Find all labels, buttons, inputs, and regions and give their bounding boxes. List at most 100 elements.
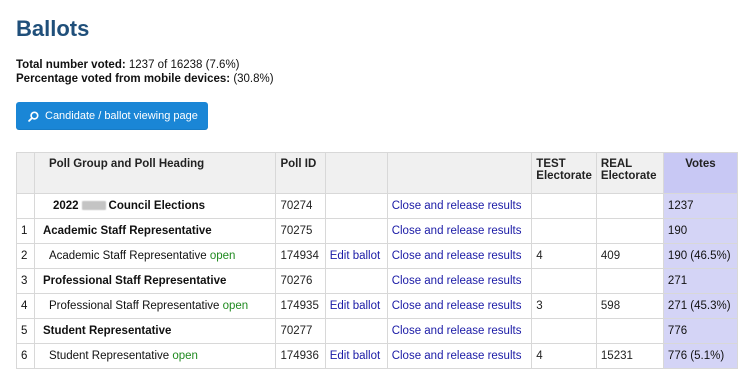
poll-heading-text: Academic Staff Representative (48, 250, 207, 262)
row-real-electorate: 598 (595, 293, 664, 319)
row-poll-label: Academic Staff Representative (33, 218, 277, 244)
table-header-row: Poll Group and Poll Heading Poll ID TEST… (16, 152, 738, 194)
row-index: 3 (16, 268, 35, 294)
table-row: 6 Student Representative open 174936 Edit b… (16, 343, 738, 369)
row-release-cell: Close and release results (386, 293, 533, 319)
poll-heading-text: Academic Staff Representative (42, 225, 212, 237)
row-test-electorate: 4 (531, 243, 597, 269)
group-release-cell: Close and release results (386, 193, 533, 219)
row-poll-id: 174936 (275, 343, 326, 369)
poll-heading-text: Student Representative (42, 325, 172, 337)
row-real-electorate (595, 268, 664, 294)
row-votes: 190 (46.5%) (662, 243, 738, 269)
table-row: 4 Professional Staff Representative open 1… (16, 293, 738, 319)
table-row: 2 Academic Staff Representative open 17493… (16, 243, 738, 269)
poll-heading-text: Professional Staff Representative (48, 300, 220, 312)
group-row: 2022 Council Elections 70274 Close and re… (16, 193, 738, 219)
row-edit-cell (324, 318, 388, 344)
search-icon (28, 110, 39, 122)
row-test-electorate: 4 (531, 343, 597, 369)
row-votes: 776 (662, 318, 738, 344)
button-label: Candidate / ballot viewing page (45, 110, 198, 122)
row-poll-id: 174935 (275, 293, 326, 319)
header-real-line1: REAL (600, 158, 633, 170)
row-votes: 190 (662, 218, 738, 244)
close-release-results-link[interactable]: Close and release results (392, 250, 522, 262)
row-real-electorate: 15231 (595, 343, 664, 369)
row-release-cell: Close and release results (386, 318, 533, 344)
row-edit-cell: Edit ballot (324, 343, 388, 369)
header-poll-id: Poll ID (275, 152, 326, 194)
header-index (16, 152, 35, 194)
row-poll-id: 70276 (275, 268, 326, 294)
row-votes: 776 (5.1%) (662, 343, 738, 369)
group-real (595, 193, 664, 219)
mobile-percentage-value: (30.8%) (233, 73, 274, 85)
close-release-results-link[interactable]: Close and release results (392, 350, 522, 362)
total-voted-value: 1237 of 16238 (7.6%) (128, 59, 240, 71)
group-test (531, 193, 597, 219)
edit-ballot-link[interactable]: Edit ballot (330, 300, 381, 312)
candidate-ballot-viewing-button[interactable]: Candidate / ballot viewing page (16, 102, 208, 130)
redacted-text (81, 201, 106, 210)
close-release-results-link[interactable]: Close and release results (392, 225, 522, 237)
row-poll-label: Professional Staff Representative open (33, 293, 277, 319)
ballots-page: Ballots Total number voted: 1237 of 1623… (0, 0, 738, 369)
row-release-cell: Close and release results (386, 343, 533, 369)
row-edit-cell: Edit ballot (324, 243, 388, 269)
row-release-cell: Close and release results (386, 243, 533, 269)
row-index: 4 (16, 293, 35, 319)
ballots-table: Poll Group and Poll Heading Poll ID TEST… (16, 152, 738, 369)
close-release-results-link[interactable]: Close and release results (392, 325, 522, 337)
mobile-percentage-line: Percentage voted from mobile devices: (3… (16, 72, 738, 86)
close-release-results-link[interactable]: Close and release results (392, 275, 522, 287)
status-open-label: open (172, 350, 198, 362)
row-real-electorate: 409 (595, 243, 664, 269)
status-open-label: open (209, 250, 236, 262)
edit-ballot-link[interactable]: Edit ballot (330, 350, 381, 362)
row-poll-label: Student Representative open (33, 343, 277, 369)
close-release-results-link[interactable]: Close and release results (392, 300, 522, 312)
group-votes: 1237 (662, 193, 738, 219)
row-test-electorate (531, 218, 597, 244)
row-poll-id: 174934 (275, 243, 326, 269)
row-poll-id: 70275 (275, 218, 326, 244)
page-title: Ballots (16, 16, 90, 41)
header-votes: Votes (662, 152, 738, 194)
group-poll-id: 70274 (275, 193, 326, 219)
group-label-name: Council Elections (108, 200, 206, 212)
row-test-electorate: 3 (531, 293, 597, 319)
table-row: 3 Professional Staff Representative 70276 C… (16, 268, 738, 294)
header-edit (324, 152, 388, 194)
row-release-cell: Close and release results (386, 268, 533, 294)
row-release-cell: Close and release results (386, 218, 533, 244)
mobile-percentage-label: Percentage voted from mobile devices: (16, 73, 231, 85)
row-poll-label: Professional Staff Representative (33, 268, 277, 294)
close-release-results-link[interactable]: Close and release results (392, 200, 522, 212)
header-real-electorate: REAL Electorate (595, 152, 664, 194)
total-voted-label: Total number voted: (16, 59, 126, 71)
row-test-electorate (531, 318, 597, 344)
group-edit (324, 193, 388, 219)
header-poll-group: Poll Group and Poll Heading (33, 152, 277, 194)
group-label-year: 2022 (52, 200, 79, 212)
row-index: 6 (16, 343, 35, 369)
row-real-electorate (595, 218, 664, 244)
total-voted-line: Total number voted: 1237 of 16238 (7.6%) (16, 58, 738, 72)
row-poll-label: Student Representative (33, 318, 277, 344)
row-real-electorate (595, 318, 664, 344)
table-row: 5 Student Representative 70277 Close and re… (16, 318, 738, 344)
header-real-line2: Electorate (600, 170, 657, 182)
row-index: 2 (16, 243, 35, 269)
poll-heading-text: Professional Staff Representative (42, 275, 227, 287)
group-index (16, 193, 35, 219)
edit-ballot-link[interactable]: Edit ballot (330, 250, 381, 262)
row-test-electorate (531, 268, 597, 294)
header-test-line1: TEST (536, 158, 566, 170)
row-edit-cell: Edit ballot (324, 293, 388, 319)
row-edit-cell (324, 268, 388, 294)
status-open-label: open (222, 300, 249, 312)
group-label: 2022 Council Elections (33, 193, 277, 219)
row-poll-id: 70277 (275, 318, 326, 344)
vote-stats: Total number voted: 1237 of 16238 (7.6%)… (16, 58, 738, 86)
